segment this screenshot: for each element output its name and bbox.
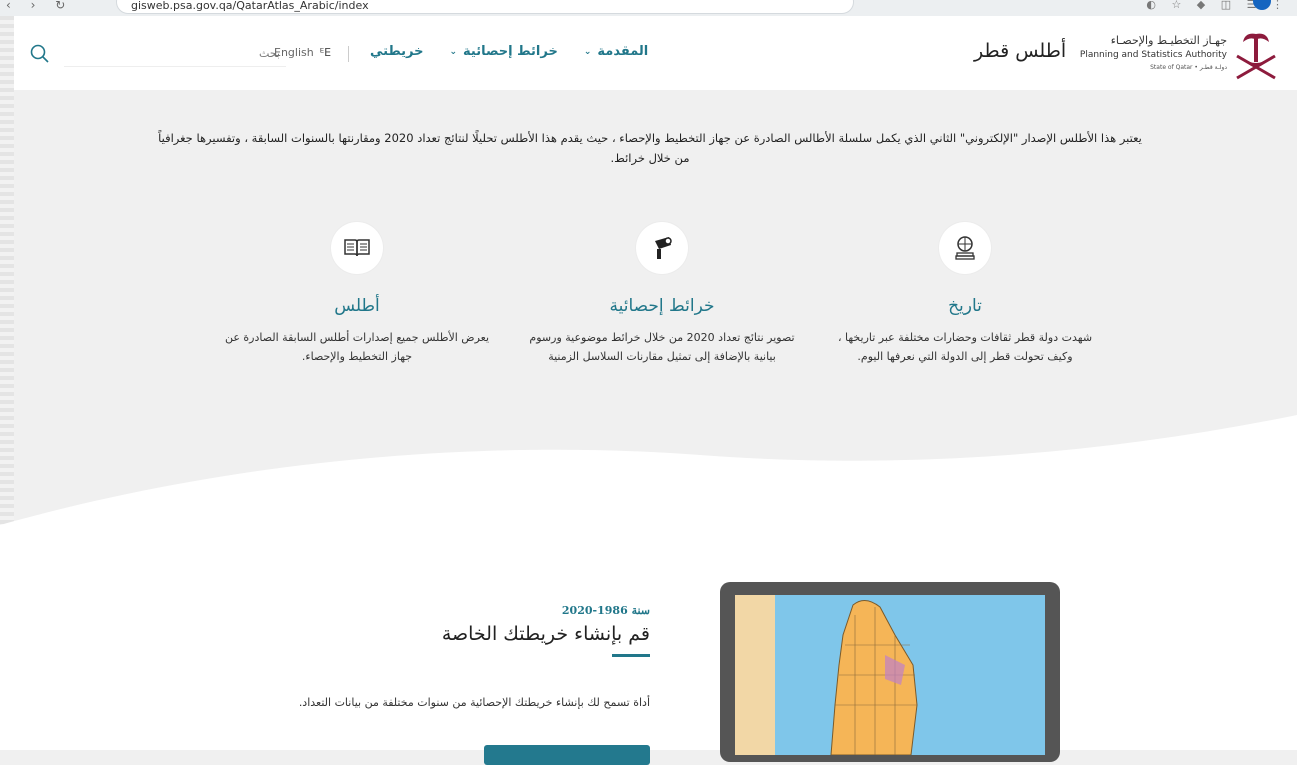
- feature-history[interactable]: تاريخ شهدت دولة قطر ثقافات وحضارات مختلف…: [830, 222, 1100, 366]
- chevron-down-icon: ⌄: [583, 46, 592, 57]
- intro-text: يعتبر هذا الأطلس الإصدار "الإلكتروني" ال…: [158, 131, 1142, 165]
- site-header: جهـاز التخطيـط والإحصـاء Planning and St…: [14, 16, 1297, 90]
- feature-title: خرائط إحصائية: [609, 296, 715, 316]
- feature-atlas[interactable]: أطلس يعرض الأطلس جميع إصدارات أطلس الساب…: [222, 222, 492, 366]
- map-preview-screen: [735, 595, 1045, 755]
- logo-english-name: Planning and Statistics Authority: [1079, 50, 1227, 60]
- language-icon: ᴱE: [319, 46, 332, 59]
- binoculars-icon: [655, 237, 672, 259]
- logo-state-name: State of Qatar • دولـة قطـر: [1150, 64, 1227, 71]
- chevron-down-icon: ⌄: [449, 46, 458, 57]
- main-menu: المقدمة ⌄ خرائط إحصائية ⌄ خريطتي: [344, 44, 648, 59]
- menu-item-my-map[interactable]: خريطتي: [370, 44, 423, 59]
- features-section: تاريخ شهدت دولة قطر ثقافات وحضارات مختلف…: [0, 222, 1297, 412]
- logo-arabic-name: جهـاز التخطيـط والإحصـاء: [1110, 34, 1227, 47]
- section-wave-divider: [0, 415, 1297, 530]
- feature-icon-circle: [939, 222, 991, 274]
- address-bar-url: gisweb.psa.gov.qa/QatarAtlas_Arabic/inde…: [131, 0, 369, 12]
- browser-toolbar: ‹ › ↻ gisweb.psa.gov.qa/QatarAtlas_Arabi…: [0, 0, 1297, 17]
- map-builder-section: سنة 1986-2020 قم بإنشاء خريطتك الخاصة أد…: [250, 604, 650, 709]
- map-builder-title: قم بإنشاء خريطتك الخاصة: [441, 623, 650, 645]
- qatar-map-image: [735, 595, 1045, 755]
- menu-item-statistical-maps[interactable]: خرائط إحصائية ⌄: [449, 44, 557, 59]
- menu-item-label: خريطتي: [370, 44, 424, 59]
- feature-icon-circle: [636, 222, 688, 274]
- menu-item-label: خرائط إحصائية: [463, 44, 558, 59]
- feature-description: تصوير نتائج تعداد 2020 من خلال خرائط موض…: [529, 331, 795, 363]
- feature-description: يعرض الأطلس جميع إصدارات أطلس السابقة ال…: [224, 331, 490, 363]
- search-icon[interactable]: [30, 44, 50, 64]
- browser-nav-icons[interactable]: ‹ › ↻: [6, 0, 73, 12]
- site-title[interactable]: أطلس قطر: [974, 40, 1066, 62]
- feature-statistical-maps[interactable]: خرائط إحصائية تصوير نتائج تعداد 2020 من …: [527, 222, 797, 366]
- menu-item-label: المقدمة: [597, 44, 649, 59]
- feature-title: تاريخ: [948, 296, 982, 316]
- map-builder-description: أداة تسمح لك بإنشاء خريطتك الإحصائية من …: [298, 696, 650, 709]
- feature-description: شهدت دولة قطر ثقافات وحضارات مختلفة عبر …: [837, 331, 1093, 363]
- create-map-button[interactable]: [484, 745, 650, 765]
- emblem-icon: [1236, 33, 1276, 80]
- menu-divider: [348, 46, 349, 62]
- feature-icon-circle: [331, 222, 383, 274]
- feature-title: أطلس: [334, 296, 380, 316]
- title-underline: [612, 654, 650, 657]
- psa-logo[interactable]: جهـاز التخطيـط والإحصـاء Planning and St…: [1079, 28, 1279, 82]
- open-book-icon: [344, 239, 370, 257]
- globe-books-icon: [955, 236, 975, 260]
- menu-item-intro[interactable]: المقدمة ⌄: [584, 44, 648, 59]
- address-bar[interactable]: gisweb.psa.gov.qa/QatarAtlas_Arabic/inde…: [116, 0, 854, 14]
- search-input[interactable]: [64, 40, 286, 67]
- year-range: سنة 1986-2020: [561, 604, 650, 617]
